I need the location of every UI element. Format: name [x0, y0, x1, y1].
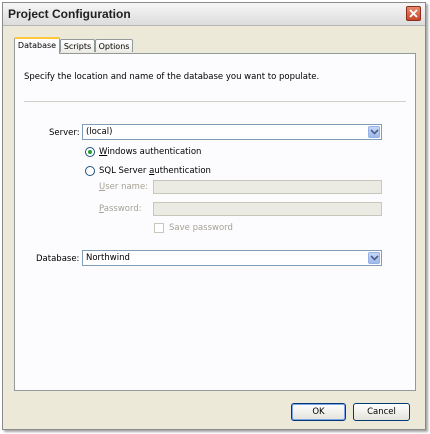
windows-auth-radio[interactable] — [85, 147, 95, 157]
sql-auth-radio[interactable] — [85, 166, 95, 176]
separator — [24, 101, 406, 102]
password-field[interactable] — [153, 202, 382, 216]
username-field[interactable] — [153, 180, 382, 194]
windows-auth-label[interactable]: Windows authentication — [99, 147, 201, 157]
password-label-rest: assword: — [103, 204, 142, 214]
chevron-down-icon — [370, 129, 379, 135]
username-label-rest: ser name: — [105, 182, 149, 192]
ok-button[interactable]: OK — [291, 403, 346, 421]
windows-auth-label-rest: indows authentication — [107, 147, 202, 157]
username-label: User name: — [99, 182, 148, 192]
close-button[interactable] — [406, 6, 421, 21]
database-combobox[interactable]: Northwind — [82, 250, 382, 266]
sql-auth-label-rest: uthentication — [154, 166, 211, 176]
save-password-checkbox[interactable] — [154, 223, 164, 233]
sql-auth-label-start: SQL Server — [99, 166, 150, 176]
tab-database[interactable]: Database — [14, 37, 60, 54]
database-dropdown-button[interactable] — [368, 252, 380, 264]
password-label: Password: — [99, 204, 142, 214]
sql-auth-label[interactable]: SQL Server authentication — [99, 166, 211, 176]
server-label: Server: — [49, 128, 80, 138]
radio-selected-dot — [88, 150, 92, 154]
server-value: (local) — [86, 127, 113, 137]
cancel-button[interactable]: Cancel — [353, 403, 410, 421]
server-combobox[interactable]: (local) — [82, 124, 382, 140]
tab-options[interactable]: Options — [95, 39, 133, 52]
tab-scripts-label: Scripts — [63, 42, 92, 51]
windows-auth-accelerator: W — [99, 147, 108, 157]
tab-database-label: Database — [17, 41, 57, 50]
database-label: Database: — [36, 254, 80, 264]
close-icon — [409, 9, 418, 18]
tab-scripts[interactable]: Scripts — [60, 39, 95, 52]
title-bar[interactable]: Project Configuration — [3, 3, 425, 26]
dialog-title: Project Configuration — [8, 7, 131, 21]
tab-options-label: Options — [98, 42, 130, 51]
project-configuration-dialog: Project Configuration Database Scripts O… — [2, 2, 426, 430]
database-tab-panel: Specify the location and name of the dat… — [14, 53, 416, 391]
database-value: Northwind — [86, 253, 130, 263]
save-password-label: Save password — [169, 223, 233, 233]
server-dropdown-button[interactable] — [368, 126, 380, 138]
chevron-down-icon — [370, 255, 379, 261]
description-text: Specify the location and name of the dat… — [24, 72, 320, 82]
